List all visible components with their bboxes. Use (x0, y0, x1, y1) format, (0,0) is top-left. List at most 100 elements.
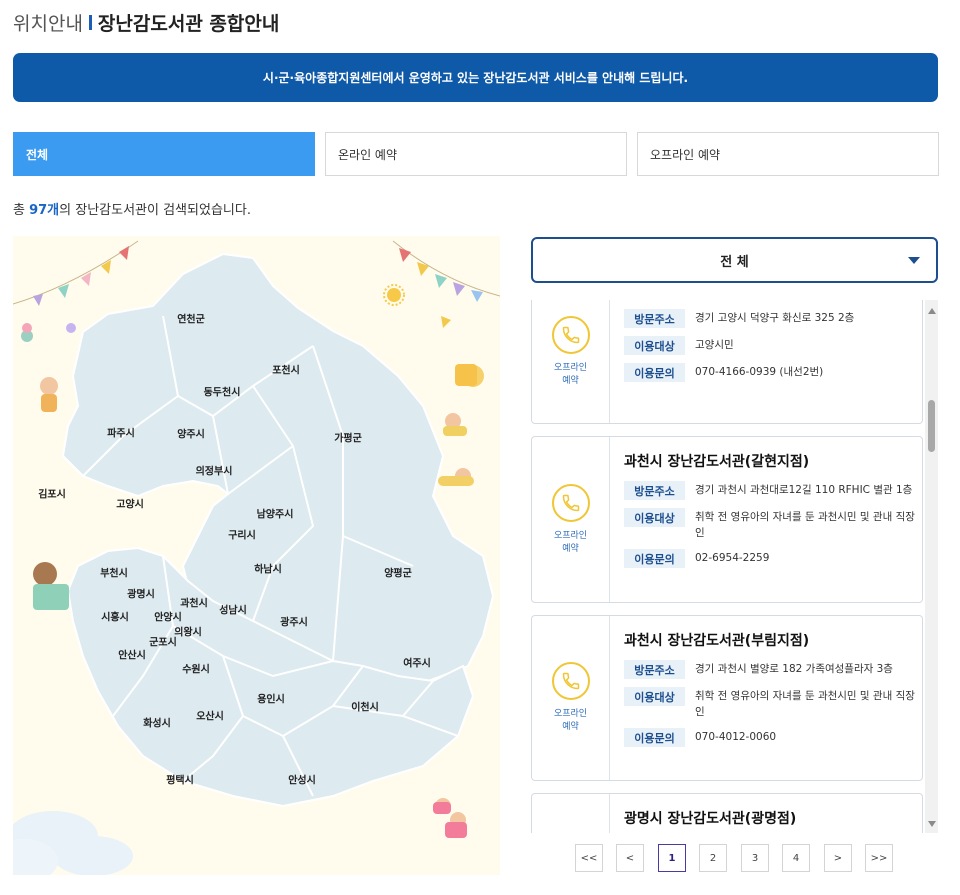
page-button-4[interactable]: 4 (782, 844, 810, 872)
scroll-thumb[interactable] (928, 400, 935, 452)
target-label: 이용대상 (624, 508, 685, 527)
library-card[interactable]: 광명시 장난감도서관(광명점) (531, 793, 923, 833)
card-body: 과천시 장난감도서관(부림지점) 방문주소 경기 과천시 별양로 182 가족여성… (624, 616, 916, 755)
tab-online-reservation[interactable]: 온라인 예약 (325, 132, 627, 176)
region-label[interactable]: 여주시 (403, 655, 431, 670)
region-label[interactable]: 군포시 (149, 634, 177, 649)
region-label[interactable]: 안양시 (154, 609, 182, 624)
region-label[interactable]: 성남시 (219, 602, 247, 617)
region-label[interactable]: 파주시 (107, 425, 135, 440)
library-list: 오프라인 예약 방문주소 경기 고양시 덕양구 화신로 325 2층 이용대상 고양… (531, 300, 923, 833)
region-label[interactable]: 동두천시 (204, 384, 241, 399)
region-label[interactable]: 구리시 (228, 527, 256, 542)
result-number: 97개 (29, 203, 60, 218)
library-name[interactable]: 과천시 장난감도서관(부림지점) (624, 630, 916, 650)
region-label[interactable]: 양평군 (384, 565, 412, 580)
region-label[interactable]: 포천시 (272, 362, 300, 377)
region-label[interactable]: 안성시 (288, 772, 316, 787)
region-label[interactable]: 남양주시 (257, 506, 294, 521)
region-label[interactable]: 고양시 (116, 496, 144, 511)
address-label: 방문주소 (624, 481, 685, 500)
region-label[interactable]: 용인시 (257, 691, 285, 706)
info-address: 방문주소 경기 고양시 덕양구 화신로 325 2층 (624, 309, 916, 328)
region-label[interactable]: 과천시 (180, 595, 208, 610)
reservation-type: 오프라인 예약 (532, 616, 610, 780)
card-body: 광명시 장난감도서관(광명점) (624, 794, 916, 833)
scroll-up-icon[interactable] (928, 308, 936, 314)
region-label[interactable]: 오산시 (196, 708, 224, 723)
pagination: << < 1 2 3 4 > >> (575, 844, 895, 872)
map-illustration (13, 240, 500, 875)
tab-label: 오프라인 예약 (650, 147, 721, 162)
list-scrollbar[interactable] (925, 300, 938, 833)
region-label[interactable]: 평택시 (166, 772, 194, 787)
region-label[interactable]: 의정부시 (196, 463, 233, 478)
library-card[interactable]: 오프라인 예약 방문주소 경기 고양시 덕양구 화신로 325 2층 이용대상 고양… (531, 300, 923, 424)
reservation-type: 오프라인 예약 (532, 300, 610, 423)
target-label: 이용대상 (624, 687, 685, 706)
page-button-1[interactable]: 1 (658, 844, 686, 872)
region-label[interactable]: 화성시 (143, 715, 171, 730)
info-contact: 이용문의 070-4012-0060 (624, 728, 916, 747)
region-label[interactable]: 광명시 (127, 586, 155, 601)
contact-label: 이용문의 (624, 549, 685, 568)
region-label[interactable]: 하남시 (254, 561, 282, 576)
card-body: 과천시 장난감도서관(갈현지점) 방문주소 경기 과천시 과천대로12길 110 … (624, 437, 916, 576)
region-label[interactable]: 김포시 (38, 486, 66, 501)
region-label[interactable]: 양주시 (177, 426, 205, 441)
address-value: 경기 과천시 별양로 182 가족여성플라자 3층 (695, 663, 893, 675)
contact-value: 070-4166-0939 (내선2번) (695, 366, 824, 378)
last-page-button[interactable]: >> (865, 844, 893, 872)
region-label[interactable]: 안산시 (118, 647, 146, 662)
region-label[interactable]: 광주시 (280, 614, 308, 629)
prev-page-button[interactable]: < (616, 844, 644, 872)
reservation-type-label: 오프라인 예약 (553, 363, 588, 386)
library-name[interactable]: 광명시 장난감도서관(광명점) (624, 808, 916, 828)
result-count: 총 97개의 장난감도서관이 검색되었습니다. (13, 199, 251, 218)
region-label[interactable]: 수원시 (182, 661, 210, 676)
region-label[interactable]: 연천군 (177, 311, 205, 326)
info-contact: 이용문의 070-4166-0939 (내선2번) (624, 363, 916, 382)
library-card[interactable]: 오프라인 예약 과천시 장난감도서관(부림지점) 방문주소 경기 과천시 별양로 … (531, 615, 923, 781)
next-page-button[interactable]: > (824, 844, 852, 872)
info-address: 방문주소 경기 과천시 별양로 182 가족여성플라자 3층 (624, 660, 916, 679)
address-value: 경기 과천시 과천대로12길 110 RFHIC 별관 1층 (695, 484, 913, 496)
tab-all[interactable]: 전체 (13, 132, 315, 176)
tab-label: 온라인 예약 (338, 147, 398, 162)
first-page-button[interactable]: << (575, 844, 603, 872)
region-label[interactable]: 가평군 (334, 430, 362, 445)
tab-offline-reservation[interactable]: 오프라인 예약 (637, 132, 939, 176)
target-label: 이용대상 (624, 336, 685, 355)
region-label[interactable]: 이천시 (351, 699, 379, 714)
phone-icon (551, 662, 590, 700)
target-value: 취학 전 영유아의 자녀를 둔 과천시민 및 관내 직장인 (695, 690, 915, 718)
region-filter-select[interactable]: 전 체 (531, 237, 938, 283)
info-target: 이용대상 취학 전 영유아의 자녀를 둔 과천시민 및 관내 직장인 (624, 508, 916, 541)
contact-label: 이용문의 (624, 728, 685, 747)
card-body: 방문주소 경기 고양시 덕양구 화신로 325 2층 이용대상 고양시민 이용문의 0… (624, 309, 916, 390)
chevron-down-icon (908, 257, 920, 264)
page-button-3[interactable]: 3 (741, 844, 769, 872)
phone-icon (551, 483, 590, 522)
info-contact: 이용문의 02-6954-2259 (624, 549, 916, 568)
region-label[interactable]: 부천시 (100, 565, 128, 580)
phone-icon (551, 316, 590, 354)
reservation-type (532, 794, 610, 833)
title-divider (88, 14, 92, 30)
breadcrumb-location: 위치안내 (13, 12, 83, 35)
result-suffix: 의 장난감도서관이 검색되었습니다. (59, 203, 251, 218)
info-target: 이용대상 취학 전 영유아의 자녀를 둔 과천시민 및 관내 직장인 (624, 687, 916, 720)
library-card[interactable]: 오프라인 예약 과천시 장난감도서관(갈현지점) 방문주소 경기 과천시 과천대로… (531, 436, 923, 603)
address-label: 방문주소 (624, 309, 685, 328)
scroll-down-icon[interactable] (928, 821, 936, 827)
contact-label: 이용문의 (624, 363, 685, 382)
region-label[interactable]: 의왕시 (174, 624, 202, 639)
page-title: 장난감도서관 종합안내 (97, 12, 280, 35)
library-name[interactable]: 과천시 장난감도서관(갈현지점) (624, 451, 916, 471)
tab-label: 전체 (26, 147, 49, 162)
reservation-type: 오프라인 예약 (532, 437, 610, 602)
target-value: 고양시민 (695, 339, 734, 351)
address-value: 경기 고양시 덕양구 화신로 325 2층 (695, 312, 855, 324)
page-button-2[interactable]: 2 (699, 844, 727, 872)
region-label[interactable]: 시흥시 (101, 609, 129, 624)
